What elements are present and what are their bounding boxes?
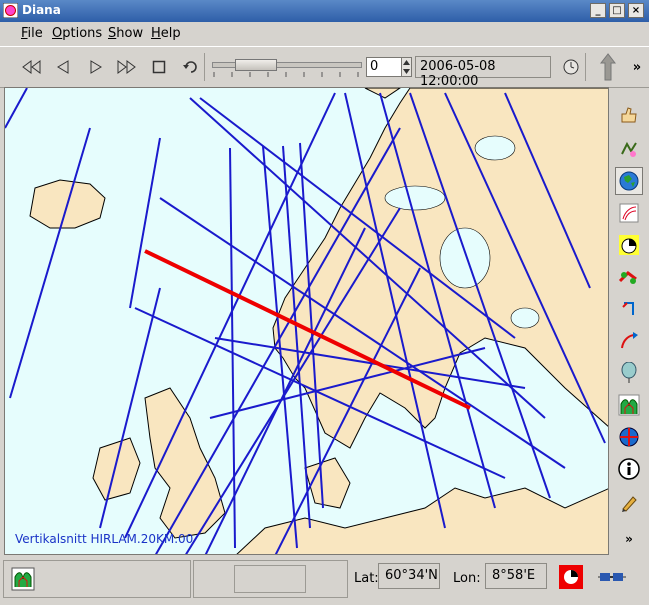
vertical-profile-icon — [618, 394, 640, 416]
track-line — [5, 88, 28, 129]
toolbar-more-button[interactable]: » — [625, 55, 649, 79]
step-spinner[interactable] — [401, 57, 412, 77]
toolbar-separator-2 — [585, 53, 586, 81]
toolbar-separator — [204, 53, 205, 81]
globe-icon — [619, 171, 639, 191]
thumbs-up-icon — [621, 107, 637, 123]
balloon-button[interactable] — [615, 359, 643, 387]
measure-globe-icon — [619, 427, 639, 447]
profile-view-button[interactable] — [9, 565, 37, 593]
trajectory-icon — [621, 332, 638, 349]
menu-file[interactable]: File — [21, 26, 43, 41]
title-bar[interactable]: Diana _ □ × — [0, 0, 649, 22]
loop-button[interactable] — [179, 55, 203, 79]
info-button[interactable] — [615, 455, 643, 483]
step-back-button[interactable] — [51, 55, 75, 79]
radar-icon — [619, 235, 639, 255]
rewind-icon — [22, 60, 41, 74]
measure-button[interactable] — [615, 423, 643, 451]
track-line — [229, 147, 236, 549]
app-icon — [3, 3, 18, 18]
lon-label: Lon: — [453, 571, 481, 586]
weather-objects-button[interactable] — [615, 263, 643, 291]
map-button[interactable] — [615, 167, 643, 195]
close-button[interactable]: × — [628, 3, 644, 18]
animation-toolbar: 0 2006-05-08 12:00:00 » — [0, 46, 649, 89]
thumbs-up-button[interactable] — [615, 101, 643, 129]
vertical-profile-button[interactable] — [615, 391, 643, 419]
rewind-button[interactable] — [20, 55, 44, 79]
window-title: Diana — [22, 3, 61, 17]
map-canvas[interactable]: Vertikalsnitt HIRLAM.20KM.00 — [4, 87, 609, 555]
menu-show[interactable]: Show — [108, 26, 143, 41]
play-icon — [90, 60, 102, 74]
satellite-icon — [619, 203, 639, 223]
plug-icon — [598, 573, 626, 581]
clock-icon — [563, 59, 579, 75]
slider-ticks — [213, 72, 359, 77]
lon-value: 8°58'E — [485, 563, 547, 589]
menu-bar: File Options Show Help — [0, 23, 649, 45]
status-panel-left — [3, 560, 191, 598]
observation-button[interactable] — [615, 231, 643, 259]
minimize-button[interactable]: _ — [590, 3, 606, 18]
status-bar: Lat: 60°34'N Lon: 8°58'E — [0, 557, 649, 605]
step-input[interactable]: 0 — [366, 57, 402, 77]
loop-icon — [183, 61, 197, 73]
track-line — [9, 127, 91, 399]
connect-button[interactable] — [596, 563, 628, 591]
crosshair-icon — [622, 302, 634, 315]
map-caption: Vertikalsnitt HIRLAM.20KM.00 — [15, 532, 194, 546]
balloon-icon — [621, 362, 637, 383]
datetime-display: 2006-05-08 12:00:00 — [415, 56, 551, 89]
slider-thumb[interactable] — [235, 59, 277, 71]
diana-window: Diana _ □ × File Options Show Help 0 200… — [0, 0, 649, 605]
vertical-profile-small-icon — [11, 567, 35, 591]
clock-button[interactable] — [559, 55, 583, 79]
fast-forward-icon — [117, 60, 136, 74]
pencil-icon — [622, 496, 637, 512]
satellite-button[interactable] — [615, 199, 643, 227]
step-back-icon — [57, 60, 69, 74]
status-panel-mid — [193, 560, 348, 598]
map-svg — [5, 88, 608, 554]
tool-sidebar: » — [611, 87, 649, 555]
weather-objects-icon — [618, 271, 637, 284]
lat-value: 60°34'N — [378, 563, 440, 589]
up-arrow-icon — [600, 53, 616, 81]
edit-doodle-icon — [621, 141, 637, 157]
stop-button[interactable] — [147, 55, 171, 79]
lat-label: Lat: — [354, 571, 379, 586]
up-button[interactable] — [596, 53, 620, 81]
stop-icon — [152, 60, 166, 74]
obs-toggle-button[interactable] — [557, 563, 585, 591]
maximize-button[interactable]: □ — [609, 3, 625, 18]
status-message-box — [234, 565, 306, 593]
menu-options[interactable]: Options — [52, 26, 102, 41]
track-line — [129, 137, 161, 309]
doodle-button[interactable] — [615, 135, 643, 163]
sidebar-more-button[interactable]: » — [615, 525, 643, 553]
trajectory-button[interactable] — [615, 327, 643, 355]
crosshair-button[interactable] — [615, 295, 643, 323]
play-button[interactable] — [84, 55, 108, 79]
menu-help[interactable]: Help — [151, 26, 181, 41]
info-icon — [618, 458, 640, 480]
pie-chart-icon — [559, 565, 583, 589]
pencil-button[interactable] — [615, 489, 643, 517]
time-slider[interactable] — [212, 59, 362, 71]
fast-forward-button[interactable] — [115, 55, 139, 79]
